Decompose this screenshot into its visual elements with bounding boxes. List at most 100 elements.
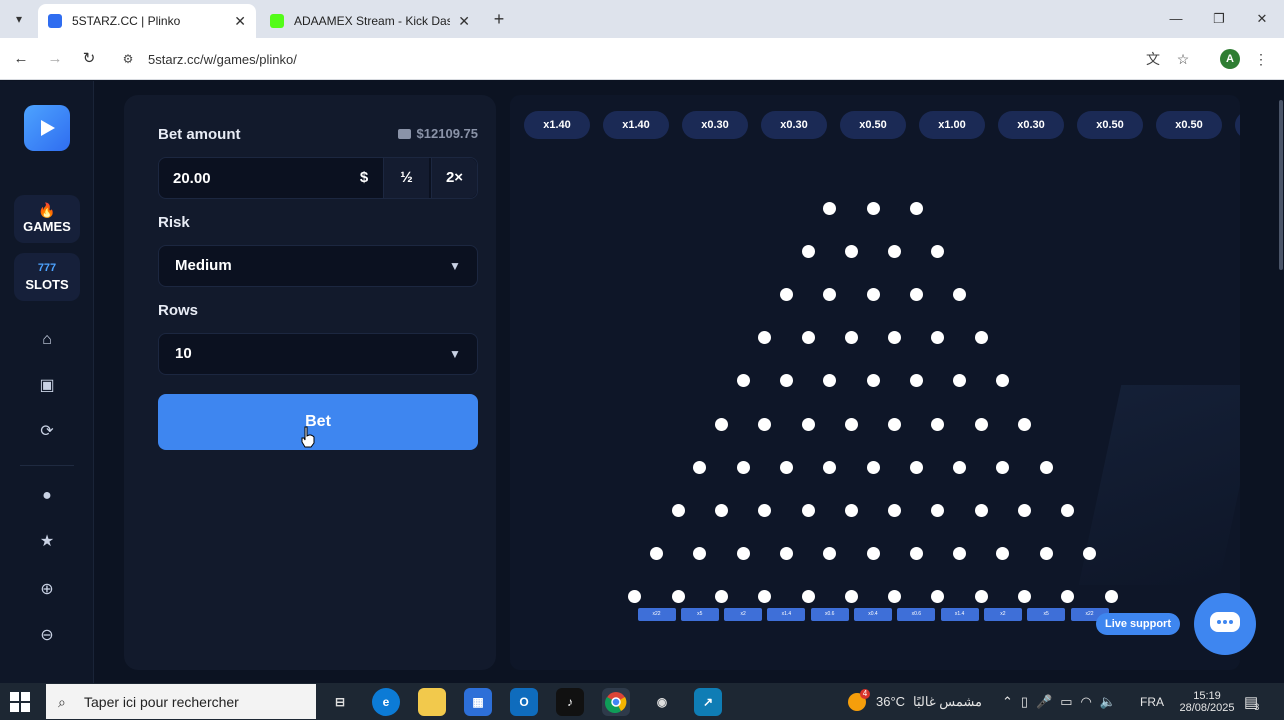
peg <box>823 460 837 474</box>
peg <box>714 417 728 431</box>
chat-button[interactable] <box>1194 593 1256 655</box>
maximize-button[interactable]: ❐ <box>1207 8 1231 30</box>
clock[interactable]: 15:19 28/08/2025 <box>1178 683 1236 720</box>
home-icon[interactable]: ⌂ <box>36 329 58 351</box>
play-logo-icon <box>41 120 55 136</box>
translate-icon[interactable]: 文 <box>1142 48 1164 70</box>
chrome-icon[interactable] <box>602 688 630 716</box>
weather-widget[interactable]: 4 36°C مشمس غالبًا <box>848 683 982 720</box>
file-explorer-icon[interactable] <box>418 688 446 716</box>
multiplier-bucket: x0.6 <box>810 608 849 621</box>
rows-value: 10 <box>175 345 192 362</box>
multiplier-bucket: x1.4 <box>940 608 979 621</box>
multiplier-bucket: x5 <box>680 608 719 621</box>
risk-select[interactable]: Medium ▼ <box>158 245 478 287</box>
taskbar-search-box[interactable]: ⌕ Taper ici pour rechercher <box>46 684 316 719</box>
outlook-icon[interactable]: O <box>510 688 538 716</box>
windows-start-icon[interactable] <box>10 692 30 712</box>
chevron-up-icon[interactable]: ⌃ <box>1002 694 1013 710</box>
peg <box>844 417 858 431</box>
rows-select[interactable]: 10 ▼ <box>158 333 478 375</box>
close-window-button[interactable]: ✕ <box>1250 8 1274 30</box>
wallet-icon <box>397 128 411 139</box>
tiktok-icon[interactable]: ♪ <box>556 688 584 716</box>
menu-kebab-icon[interactable]: ⋮ <box>1250 48 1272 70</box>
new-tab-button[interactable]: + <box>488 8 510 30</box>
edge-icon[interactable]: e <box>372 688 400 716</box>
peg <box>844 331 858 345</box>
double-bet-button[interactable]: 2× <box>431 158 477 198</box>
wifi-icon[interactable]: ◠ <box>1081 694 1092 710</box>
gift-icon[interactable]: ▣ <box>36 375 58 397</box>
notification-center[interactable]: ▤ 3 <box>1244 683 1259 720</box>
volume-icon[interactable]: 🔈 <box>1100 694 1116 710</box>
task-view-icon[interactable]: ⊟ <box>326 688 354 716</box>
half-bet-button[interactable]: ½ <box>383 158 429 198</box>
peg <box>801 590 815 604</box>
obs-icon[interactable]: ◉ <box>648 688 676 716</box>
star-icon[interactable]: ★ <box>36 531 58 553</box>
site-content: 🔥 GAMES 777 SLOTS ⌂ ▣ ⟳ ● ★ ⊕ ⊖ Bet amou… <box>0 81 1284 683</box>
url-field[interactable]: ⚙ 5starz.cc/w/games/plinko/ <box>112 44 1202 74</box>
peg <box>953 287 967 301</box>
bet-amount-input[interactable] <box>173 158 353 198</box>
peg <box>909 201 923 215</box>
balance-value: $12109.75 <box>416 126 478 141</box>
peg <box>823 287 837 301</box>
forward-button[interactable]: → <box>44 48 66 70</box>
reload-button[interactable]: ↻ <box>78 48 100 70</box>
board-background-decoration <box>1078 385 1240 585</box>
sidebar-item-label: GAMES <box>23 219 71 234</box>
minus-circle-icon[interactable]: ⊖ <box>36 625 58 647</box>
microphone-icon[interactable]: 🎤 <box>1036 694 1052 710</box>
peg <box>953 460 967 474</box>
multiplier-pill: x0.30 <box>761 111 827 139</box>
currency-symbol: $ <box>359 169 369 186</box>
multiplier-pill: x0.30 <box>998 111 1064 139</box>
peg <box>866 287 880 301</box>
tab-kick-dashboard[interactable]: ADAAMEX Stream - Kick Dashb ✕ <box>260 4 480 38</box>
system-tray-icons: ⌃ ▯ 🎤 ▭ ◠ 🔈 <box>1002 683 1116 720</box>
chat-bubble-icon <box>1210 612 1240 632</box>
back-button[interactable]: ← <box>10 48 32 70</box>
site-info-icon[interactable]: ⚙ <box>120 51 136 67</box>
chrome-logo-icon <box>605 692 627 713</box>
balance-display: $12109.75 <box>397 126 478 141</box>
risk-value: Medium <box>175 257 232 274</box>
peg <box>650 547 663 561</box>
peg <box>909 547 923 561</box>
plus-circle-icon[interactable]: ⊕ <box>36 579 58 601</box>
site-logo[interactable] <box>24 105 70 151</box>
weather-text: مشمس غالبًا <box>913 693 982 709</box>
sidebar-item-label: SLOTS <box>25 277 69 292</box>
peg <box>671 503 685 517</box>
refresh-bonus-icon[interactable]: ⟳ <box>36 421 58 443</box>
peg <box>801 417 815 431</box>
live-support-label[interactable]: Live support <box>1096 613 1180 635</box>
tab-plinko[interactable]: 5STARZ.CC | Plinko ✕ <box>38 4 256 38</box>
close-icon[interactable]: ✕ <box>234 13 246 30</box>
profile-avatar[interactable]: A <box>1220 49 1240 69</box>
bookmark-star-icon[interactable]: ☆ <box>1172 48 1194 70</box>
device-icon[interactable]: ▯ <box>1021 694 1028 710</box>
store-icon[interactable]: ▦ <box>464 688 492 716</box>
bet-button[interactable]: Bet <box>158 394 478 450</box>
minimize-button[interactable]: — <box>1164 8 1188 30</box>
bet-amount-label: Bet amount <box>158 126 241 143</box>
peg <box>801 331 815 345</box>
battery-icon[interactable]: ▭ <box>1060 694 1072 710</box>
stock-app-icon[interactable]: ↗ <box>694 688 722 716</box>
page-scrollbar[interactable] <box>1279 100 1283 270</box>
sidebar-item-games[interactable]: 🔥 GAMES <box>14 195 80 243</box>
multiplier-pill: x0.30 <box>682 111 748 139</box>
user-icon[interactable]: ● <box>36 485 58 507</box>
sidebar-item-slots[interactable]: 777 SLOTS <box>14 253 80 301</box>
peg <box>844 244 858 258</box>
peg <box>1039 547 1053 561</box>
language-indicator[interactable]: FRA <box>1140 683 1164 720</box>
close-icon[interactable]: ✕ <box>458 13 470 30</box>
peg <box>974 417 988 431</box>
kick-favicon-icon <box>270 14 284 28</box>
multiplier-pill <box>1235 111 1240 139</box>
tab-search-button[interactable]: ▾ <box>8 8 30 30</box>
